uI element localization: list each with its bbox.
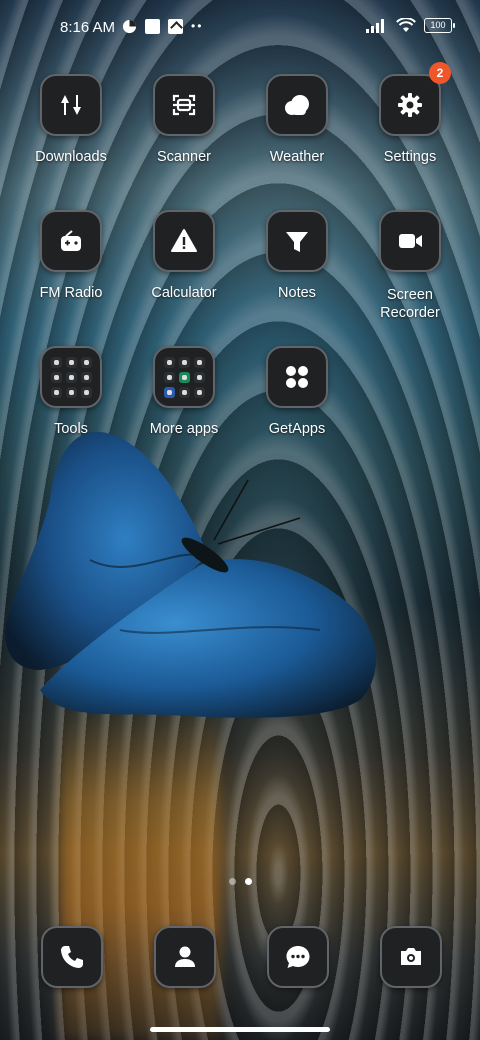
app-scanner[interactable]: Scanner xyxy=(129,74,239,166)
app-downloads[interactable]: Downloads xyxy=(16,74,126,166)
weather-icon xyxy=(266,74,328,136)
app-label: Settings xyxy=(383,149,437,165)
notification-square-icon xyxy=(145,18,160,34)
battery-icon: 100 xyxy=(424,18,455,33)
app-screen-recorder[interactable]: Screen Recorder xyxy=(355,210,465,322)
app-label: Weather xyxy=(269,149,325,165)
app-notification-icon xyxy=(121,18,137,34)
downloads-icon xyxy=(40,74,102,136)
upload-notification-icon xyxy=(168,18,183,34)
calculator-icon xyxy=(153,210,215,272)
notification-icons: •• xyxy=(121,18,203,34)
scanner-icon xyxy=(153,74,215,136)
gear-icon: 2 xyxy=(379,62,451,136)
app-label: Scanner xyxy=(156,149,211,165)
app-label: Downloads xyxy=(35,149,107,165)
battery-level: 100 xyxy=(430,20,446,30)
notes-icon xyxy=(266,210,328,272)
app-label: Screen Recorder xyxy=(355,286,465,322)
more-notifications-icon: •• xyxy=(191,19,204,33)
folder-icon xyxy=(40,346,102,408)
dock-phone[interactable] xyxy=(41,926,103,988)
app-label: FM Radio xyxy=(39,285,103,301)
radio-icon xyxy=(40,210,102,272)
dock-contacts[interactable] xyxy=(154,926,216,988)
grid-icon xyxy=(266,346,328,408)
page-indicator xyxy=(0,878,480,885)
app-notes[interactable]: Notes xyxy=(242,210,352,302)
messages-icon xyxy=(267,926,329,988)
app-weather[interactable]: Weather xyxy=(242,74,352,166)
status-bar: 8:16 AM •• 100 xyxy=(0,0,480,56)
cellular-signal-icon xyxy=(366,18,384,33)
gesture-navigation-bar[interactable] xyxy=(150,1027,330,1032)
app-label: Calculator xyxy=(151,285,217,301)
dock-messages[interactable] xyxy=(267,926,329,988)
app-label-line2: Recorder xyxy=(380,305,440,321)
folder-more-apps[interactable]: More apps xyxy=(129,346,239,438)
status-time: 8:16 AM xyxy=(60,19,116,36)
dock-camera[interactable] xyxy=(380,926,442,988)
contacts-icon xyxy=(154,926,216,988)
wifi-icon xyxy=(396,18,416,32)
phone-icon xyxy=(41,926,103,988)
video-camera-icon xyxy=(379,210,441,272)
camera-icon xyxy=(380,926,442,988)
app-getapps[interactable]: GetApps xyxy=(242,346,352,438)
app-label-line1: Screen xyxy=(387,287,433,303)
wallpaper-butterfly xyxy=(5,431,377,718)
app-settings[interactable]: 2 Settings xyxy=(355,62,465,166)
app-calculator[interactable]: Calculator xyxy=(129,210,239,302)
folder-icon xyxy=(153,346,215,408)
app-fm-radio[interactable]: FM Radio xyxy=(16,210,126,302)
system-icons: 100 xyxy=(366,18,455,33)
page-dot[interactable] xyxy=(228,878,236,885)
page-dot-active[interactable] xyxy=(244,878,252,885)
app-label: Notes xyxy=(278,285,316,301)
notification-badge: 2 xyxy=(429,62,451,84)
wallpaper-reflection xyxy=(60,700,220,1040)
folder-tools[interactable]: Tools xyxy=(16,346,126,438)
